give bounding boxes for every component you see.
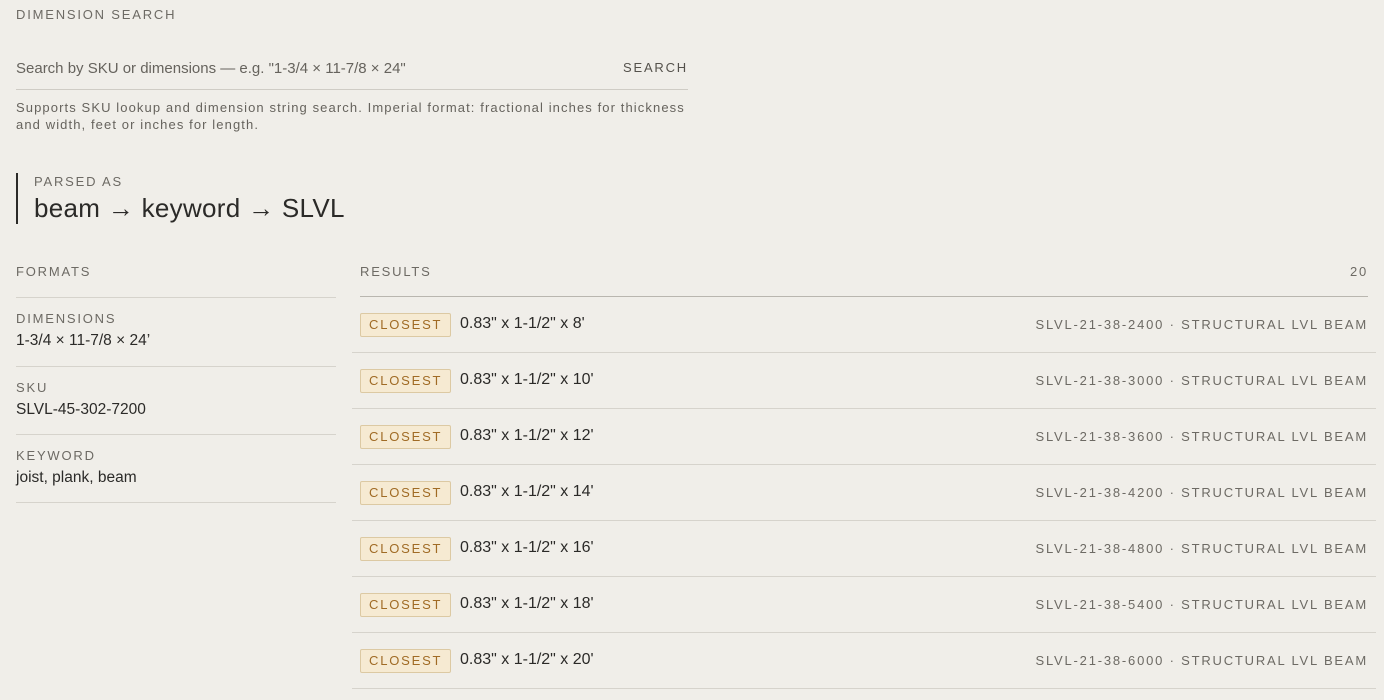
result-row[interactable]: CLOSEST 0.83" x 1-1/2" x 14' SLVL-21-38-… — [352, 465, 1376, 521]
closest-badge: CLOSEST — [360, 593, 452, 617]
result-sku-meta: SLVL-21-38-3600 · STRUCTURAL LVL BEAM — [1035, 429, 1368, 444]
result-sku-meta: SLVL-21-38-6000 · STRUCTURAL LVL BEAM — [1035, 653, 1368, 668]
search-box: SEARCH — [16, 49, 688, 90]
result-dimensions: 0.83" x 1-1/2" x 16' — [460, 539, 594, 556]
result-dimensions: 0.83" x 1-1/2" x 10' — [460, 371, 594, 388]
results-count: 20 — [1349, 264, 1368, 279]
format-label: DIMENSIONS — [16, 311, 117, 326]
result-row[interactable]: CLOSEST 0.83" x 1-1/2" x 10' SLVL-21-38-… — [352, 353, 1376, 409]
result-dimensions: 0.83" x 1-1/2" x 18' — [460, 595, 594, 612]
result-dimensions: 0.83" x 1-1/2" x 12' — [460, 427, 594, 444]
result-sku-meta: SLVL-21-38-4800 · STRUCTURAL LVL BEAM — [1035, 541, 1368, 556]
format-item-keyword: KEYWORD joist, plank, beam — [16, 435, 336, 503]
format-value: joist, plank, beam — [16, 469, 137, 486]
format-value: 1-3/4 × 11-7/8 × 24’ — [16, 332, 151, 349]
result-sku-meta: SLVL-21-38-3000 · STRUCTURAL LVL BEAM — [1035, 373, 1368, 388]
result-dimensions: 0.83" x 1-1/2" x 20' — [460, 651, 594, 668]
parsed-as-value: beam → keyword → SLVL — [34, 193, 345, 223]
formats-list: DIMENSIONS 1-3/4 × 11-7/8 × 24’ SKU SLVL… — [16, 297, 336, 503]
result-sku-meta: SLVL-21-38-4200 · STRUCTURAL LVL BEAM — [1035, 485, 1368, 500]
result-dimensions: 0.83" x 1-1/2" x 14' — [460, 483, 594, 500]
result-row[interactable]: CLOSEST 0.83" x 1-1/2" x 12' SLVL-21-38-… — [352, 409, 1376, 465]
result-sku-meta: SLVL-21-38-5400 · STRUCTURAL LVL BEAM — [1035, 597, 1368, 612]
format-item-sku: SKU SLVL-45-302-7200 — [16, 367, 336, 435]
results-title: RESULTS — [360, 264, 432, 279]
parsed-as-block: PARSED AS beam → keyword → SLVL — [16, 173, 345, 224]
closest-badge: CLOSEST — [360, 481, 452, 505]
format-label: SKU — [16, 380, 49, 395]
result-row[interactable]: CLOSEST 0.83" x 1-1/2" x 16' SLVL-21-38-… — [352, 521, 1376, 577]
closest-badge: CLOSEST — [360, 313, 452, 337]
result-dimensions: 0.83" x 1-1/2" x 8' — [460, 315, 585, 332]
results-list: CLOSEST 0.83" x 1-1/2" x 8' SLVL-21-38-2… — [352, 297, 1376, 689]
closest-badge: CLOSEST — [360, 369, 452, 393]
format-value: SLVL-45-302-7200 — [16, 401, 146, 418]
search-section-title: DIMENSION SEARCH — [16, 7, 177, 22]
result-row[interactable]: CLOSEST 0.83" x 1-1/2" x 20' SLVL-21-38-… — [352, 633, 1376, 689]
search-help-text: Supports SKU lookup and dimension string… — [16, 100, 685, 132]
search-input[interactable] — [16, 49, 606, 87]
format-label: KEYWORD — [16, 448, 96, 463]
closest-badge: CLOSEST — [360, 425, 452, 449]
dimension-search-page: DIMENSION SEARCH SEARCH Supports SKU loo… — [0, 0, 1384, 700]
parsed-as-label: PARSED AS — [34, 174, 123, 189]
result-sku-meta: SLVL-21-38-2400 · STRUCTURAL LVL BEAM — [1035, 317, 1368, 332]
closest-badge: CLOSEST — [360, 537, 452, 561]
result-row[interactable]: CLOSEST 0.83" x 1-1/2" x 18' SLVL-21-38-… — [352, 577, 1376, 633]
search-button[interactable]: SEARCH — [623, 60, 688, 75]
formats-title: FORMATS — [16, 264, 92, 279]
format-item-dimensions: DIMENSIONS 1-3/4 × 11-7/8 × 24’ — [16, 298, 336, 367]
closest-badge: CLOSEST — [360, 649, 452, 673]
result-row[interactable]: CLOSEST 0.83" x 1-1/2" x 8' SLVL-21-38-2… — [352, 297, 1376, 353]
